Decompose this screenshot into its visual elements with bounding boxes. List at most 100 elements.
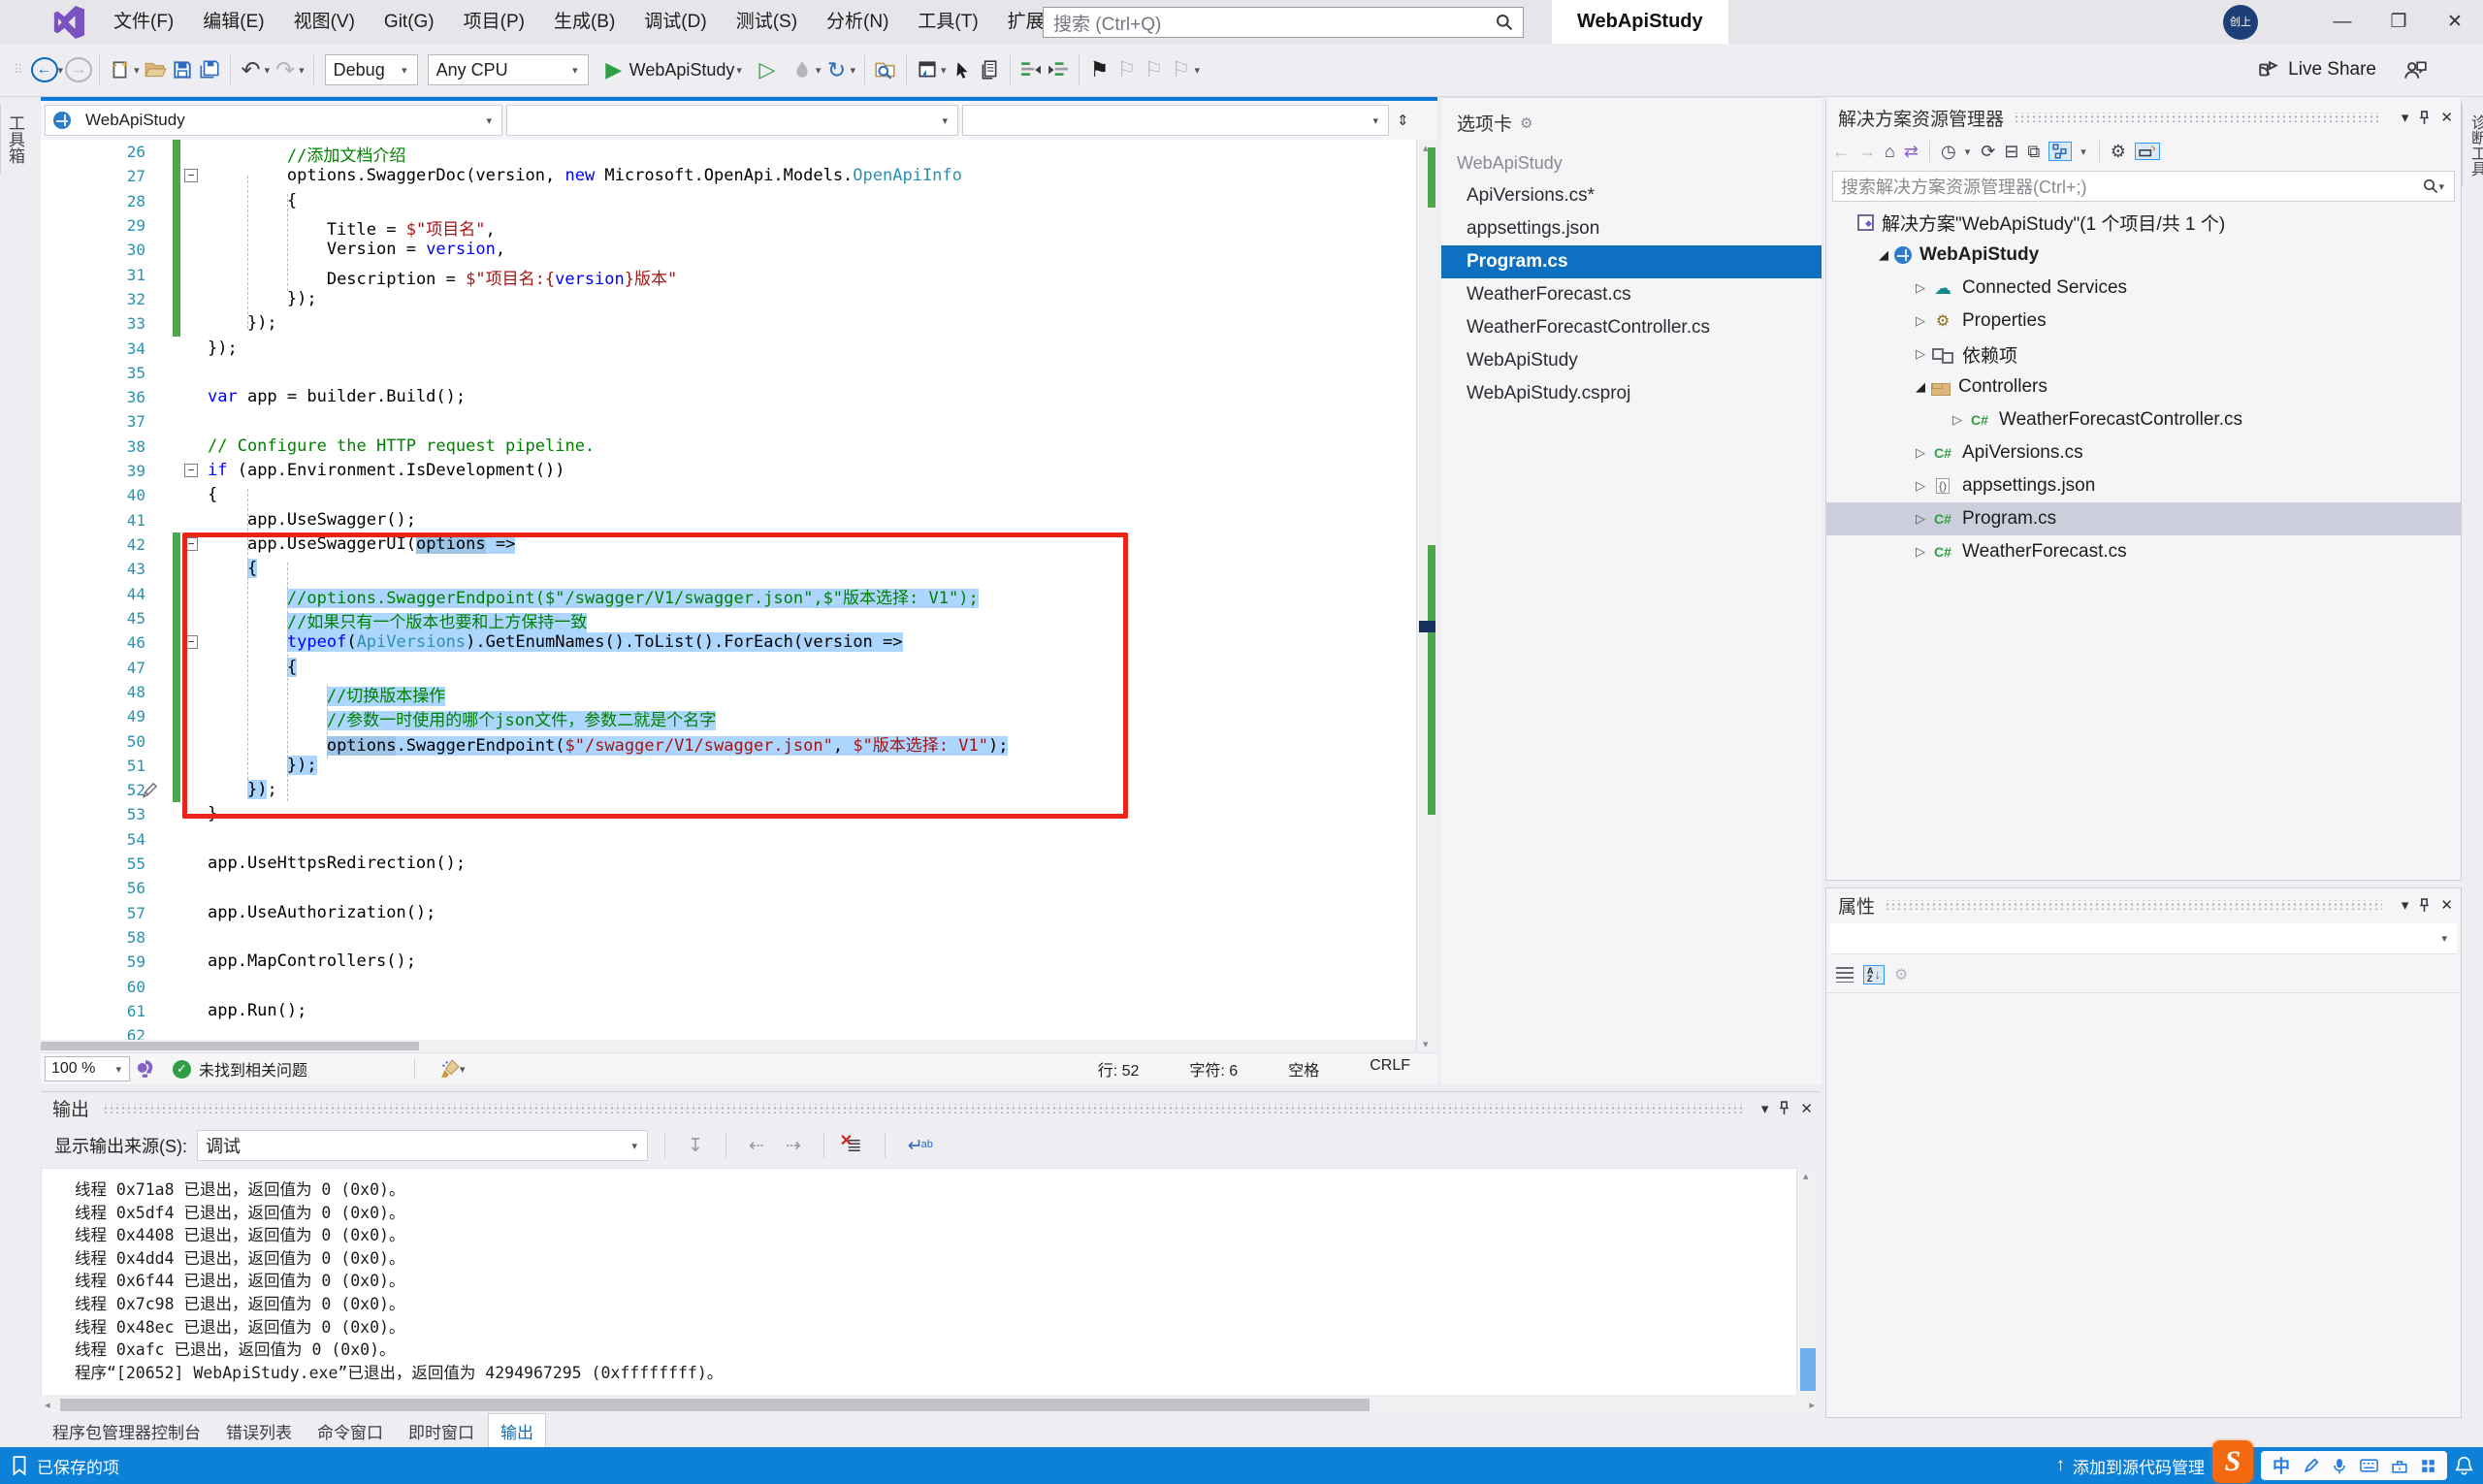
output-vertical-scrollbar[interactable]: ▴▾	[1797, 1168, 1819, 1414]
diagnostics-dock-tab[interactable]: 诊断工具	[2462, 105, 2483, 186]
code-line-56[interactable]: 56	[41, 876, 1416, 900]
caret-column-indicator[interactable]: 字符: 6	[1189, 1057, 1238, 1081]
chevron-down-icon[interactable]: ▾	[2402, 109, 2409, 126]
toggle-bookmark-button[interactable]: ⚑	[1086, 52, 1113, 87]
bottom-tab[interactable]: 即时窗口	[397, 1414, 486, 1448]
document-tab[interactable]: WebApiStudy	[1441, 344, 1822, 377]
tree-item[interactable]: ▷Program.cs	[1826, 502, 2461, 535]
ime-toolbar[interactable]: 中	[2261, 1451, 2447, 1480]
feedback-icon[interactable]	[2402, 52, 2429, 87]
line-ending-indicator[interactable]: CRLF	[1370, 1057, 1410, 1081]
code-editor[interactable]: 26 //添加文档介绍27− options.SwaggerDoc(versio…	[41, 140, 1416, 1052]
sync-with-active-document-toggle[interactable]	[2135, 143, 2160, 160]
editor-vertical-scrollbar[interactable]: ▴ ▾	[1416, 140, 1437, 1052]
tree-expander-icon[interactable]: ▷	[1910, 280, 1931, 296]
fold-collapse-icon[interactable]: −	[184, 635, 198, 649]
menu-item[interactable]: 项目(P)	[449, 12, 539, 32]
chevron-down-icon[interactable]: ▾	[1761, 1100, 1769, 1117]
menu-item[interactable]: 调试(D)	[629, 12, 721, 32]
increase-indent-button[interactable]	[1045, 52, 1072, 87]
home-icon[interactable]: ⌂	[1885, 142, 1895, 162]
code-line-53[interactable]: 53}	[41, 802, 1416, 826]
tree-expander-icon[interactable]: ▷	[1910, 511, 1931, 527]
property-pages-wrench-icon[interactable]: ⚙	[1894, 965, 1908, 984]
switch-views-icon[interactable]: ⇄	[1904, 142, 1919, 162]
document-tab[interactable]: ApiVersions.cs*	[1441, 179, 1822, 212]
tree-item[interactable]: ▷依赖项	[1826, 338, 2461, 371]
tree-expander-icon[interactable]: ▷	[1947, 412, 1968, 428]
menu-item[interactable]: 视图(V)	[279, 12, 370, 32]
chevron-down-icon[interactable]: ▾	[736, 64, 742, 77]
tree-expander-icon[interactable]: ◢	[1910, 379, 1931, 395]
add-to-source-control-button[interactable]: 添加到源代码管理	[2073, 1454, 2205, 1478]
code-line-55[interactable]: 55app.UseHttpsRedirection();	[41, 852, 1416, 876]
document-tab[interactable]: Program.cs	[1441, 245, 1822, 278]
chevron-down-icon[interactable]: ▾	[460, 1063, 466, 1076]
gear-icon[interactable]: ⚙	[1520, 114, 1532, 132]
close-button[interactable]: ✕	[2427, 0, 2483, 44]
menu-item[interactable]: Git(G)	[370, 12, 449, 32]
tree-item[interactable]: 解决方案"WebApiStudy"(1 个项目/共 1 个)	[1826, 206, 2461, 239]
minimize-button[interactable]: —	[2314, 0, 2370, 44]
chevron-down-icon[interactable]: ▾	[2402, 896, 2409, 914]
chevron-down-icon[interactable]: ▾	[850, 64, 855, 77]
tree-item[interactable]: ▷ApiVersions.cs	[1826, 436, 2461, 469]
pending-changes-filter-icon[interactable]: ◷	[1941, 142, 1956, 162]
menu-item[interactable]: 测试(S)	[722, 12, 812, 32]
previous-bookmark-button[interactable]: ⚐	[1113, 52, 1141, 87]
commit-arrow-icon[interactable]: ↑	[2056, 1455, 2066, 1476]
code-line-36[interactable]: 36var app = builder.Build();	[41, 385, 1416, 409]
menu-item[interactable]: 文件(F)	[99, 12, 188, 32]
maximize-button[interactable]: ❐	[2370, 0, 2427, 44]
show-all-files-toggle[interactable]	[2048, 142, 2072, 161]
code-line-38[interactable]: 38// Configure the HTTP request pipeline…	[41, 435, 1416, 459]
close-icon[interactable]: ✕	[2440, 896, 2453, 914]
next-bookmark-button[interactable]: ⚐	[1141, 52, 1168, 87]
bottom-tab[interactable]: 输出	[488, 1413, 546, 1448]
word-wrap-icon[interactable]: ↵ab	[908, 1135, 935, 1157]
close-icon[interactable]: ✕	[1800, 1100, 1813, 1117]
solution-explorer-search[interactable]: 搜索解决方案资源管理器(Ctrl+;) ▾	[1832, 171, 2455, 202]
document-tab[interactable]: WeatherForecastController.cs	[1441, 311, 1822, 344]
indent-mode-indicator[interactable]: 空格	[1288, 1057, 1319, 1081]
code-line-61[interactable]: 61app.Run();	[41, 999, 1416, 1023]
bottom-tab[interactable]: 程序包管理器控制台	[41, 1414, 212, 1448]
tree-item[interactable]: ▷Connected Services	[1826, 272, 2461, 305]
fold-collapse-icon[interactable]: −	[184, 537, 198, 551]
tree-expander-icon[interactable]: ▷	[1910, 544, 1931, 560]
pin-icon[interactable]	[2418, 111, 2431, 125]
code-line-39[interactable]: 39−if (app.Environment.IsDevelopment())	[41, 459, 1416, 483]
start-debugging-button[interactable]: ▶	[600, 52, 628, 87]
quick-search[interactable]: 搜索 (Ctrl+Q)	[1043, 7, 1524, 38]
navigate-back-button[interactable]: ←	[31, 57, 58, 82]
toolbox-dock-tab[interactable]: 工具箱	[0, 105, 29, 174]
tree-item[interactable]: ▷WeatherForecast.cs	[1826, 535, 2461, 568]
panel-drag-dots[interactable]	[103, 1104, 1742, 1113]
chevron-down-icon[interactable]: ▾	[1195, 64, 1201, 77]
tree-expander-icon[interactable]: ▷	[1910, 313, 1931, 329]
save-all-button[interactable]	[196, 52, 223, 87]
menu-item[interactable]: 分析(N)	[812, 12, 903, 32]
pin-icon[interactable]	[1778, 1101, 1790, 1115]
chevron-down-icon[interactable]: ▾	[299, 64, 305, 77]
tree-expander-icon[interactable]: ▷	[1910, 346, 1931, 362]
zoom-select[interactable]: 100 %▾	[45, 1056, 130, 1081]
code-line-34[interactable]: 34});	[41, 337, 1416, 361]
ime-keyboard-icon[interactable]	[2360, 1459, 2378, 1472]
pin-icon[interactable]	[2418, 898, 2431, 913]
project-dropdown[interactable]: WebApiStudy▾	[45, 105, 502, 136]
type-dropdown[interactable]: ▾	[506, 105, 958, 136]
editor-horizontal-scrollbar[interactable]	[41, 1040, 1416, 1052]
bottom-tab[interactable]: 错误列表	[214, 1414, 304, 1448]
sogou-ime-logo[interactable]: S	[2212, 1440, 2253, 1483]
redo-button[interactable]: ↷	[272, 52, 299, 87]
selection-cursor-icon[interactable]	[949, 52, 976, 87]
chevron-down-icon[interactable]: ▾	[265, 64, 271, 77]
fold-collapse-icon[interactable]: −	[184, 169, 198, 182]
forward-icon[interactable]: →	[1858, 142, 1876, 162]
tree-item[interactable]: ▷WeatherForecastController.cs	[1826, 403, 2461, 436]
code-line-26[interactable]: 26 //添加文档介绍	[41, 140, 1416, 164]
solution-platform-select[interactable]: Any CPU▾	[428, 54, 589, 85]
chevron-down-icon[interactable]: ▾	[816, 64, 822, 77]
properties-wrench-icon[interactable]: ⚙	[2111, 142, 2126, 162]
